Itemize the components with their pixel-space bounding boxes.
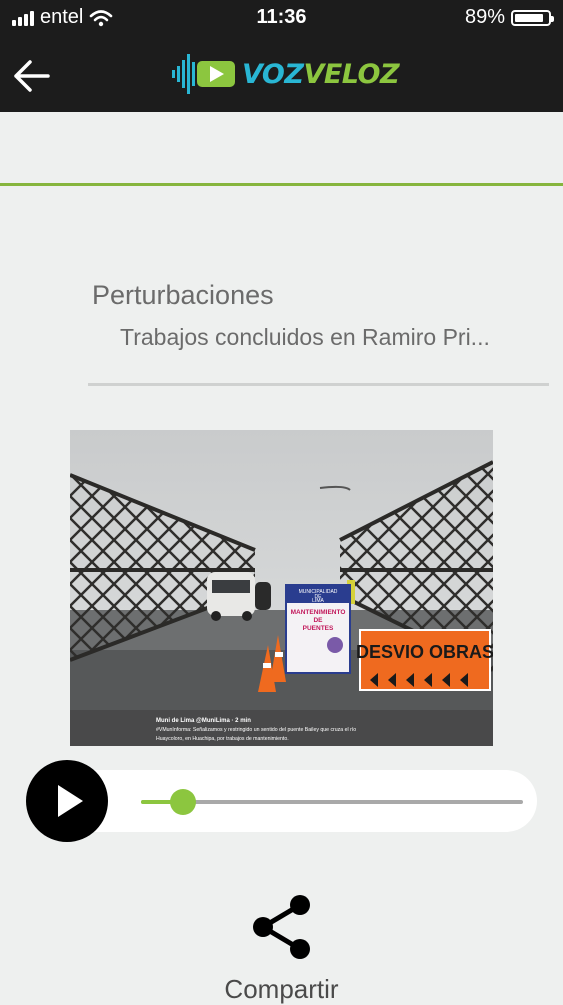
tweet-line1: #VMunInforma: Señalizamos y restringido … bbox=[156, 727, 356, 733]
play-button[interactable] bbox=[26, 760, 108, 842]
progress-track[interactable] bbox=[141, 800, 523, 804]
battery-info: 89% bbox=[464, 6, 554, 29]
article-image: MUNICIPALIDAD DE LIMA MANTENIMIENTO DE P… bbox=[70, 430, 493, 746]
bridge-photo: MUNICIPALIDAD DE LIMA MANTENIMIENTO DE P… bbox=[70, 430, 493, 746]
battery-icon bbox=[511, 9, 554, 26]
section-divider bbox=[88, 383, 549, 386]
sign-maintenance-line1: MANTENIMIENTO bbox=[291, 609, 346, 616]
battery-percent: 89% bbox=[464, 6, 505, 28]
sign-detour: DESVIO OBRAS bbox=[356, 642, 493, 662]
share-label[interactable]: Compartir bbox=[0, 974, 563, 1005]
article-category: Perturbaciones bbox=[92, 280, 274, 310]
article-title: Trabajos concluidos en Ramiro Pri... bbox=[120, 324, 490, 350]
progress-thumb[interactable] bbox=[170, 789, 197, 815]
tweet-line2: Huaycoloro, en Huachipa, por trabajos de… bbox=[156, 736, 289, 742]
sign-maintenance-line2: DE bbox=[313, 617, 323, 624]
logo-wave-icon bbox=[172, 54, 235, 94]
share-icon[interactable] bbox=[250, 894, 314, 960]
top-bar: entel 11:36 89% VOZVELOZ bbox=[0, 0, 563, 112]
play-icon bbox=[58, 785, 83, 817]
sign-maintenance-line3: PUENTES bbox=[303, 625, 334, 632]
logo-text: VOZVELOZ bbox=[242, 58, 400, 90]
accent-divider bbox=[0, 183, 563, 186]
status-bar: entel 11:36 89% bbox=[0, 0, 563, 36]
app-logo: VOZVELOZ bbox=[170, 50, 400, 98]
tweet-author: Muni de Lima @MuniLima · 2 min bbox=[156, 718, 251, 724]
sign-municipal-line3: LIMA bbox=[312, 598, 324, 604]
arrow-left-icon[interactable] bbox=[10, 54, 54, 98]
